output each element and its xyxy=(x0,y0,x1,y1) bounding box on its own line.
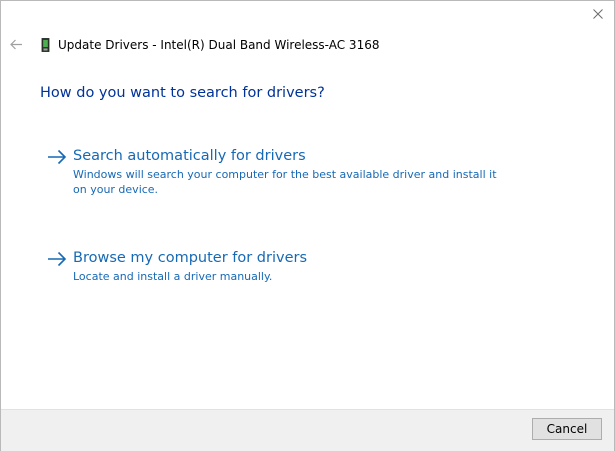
close-icon xyxy=(593,9,603,19)
option-description: Locate and install a driver manually. xyxy=(73,270,273,283)
cancel-button[interactable]: Cancel xyxy=(532,418,602,440)
option-description: Windows will search your computer for th… xyxy=(73,168,497,196)
footer-bar xyxy=(1,409,614,451)
browse-computer-option[interactable]: Browse my computer for drivers Locate an… xyxy=(46,248,503,284)
update-drivers-window: Update Drivers - Intel(R) Dual Band Wire… xyxy=(0,0,615,451)
right-arrow-icon xyxy=(48,251,67,267)
title-row: Update Drivers - Intel(R) Dual Band Wire… xyxy=(39,36,379,54)
right-arrow-icon xyxy=(48,149,67,165)
back-arrow-icon xyxy=(9,39,22,49)
page-heading: How do you want to search for drivers? xyxy=(40,85,325,101)
back-button[interactable] xyxy=(6,33,26,55)
close-button[interactable] xyxy=(583,3,613,25)
option-title: Search automatically for drivers xyxy=(73,148,306,164)
window-title: Update Drivers - Intel(R) Dual Band Wire… xyxy=(58,38,380,52)
option-title: Browse my computer for drivers xyxy=(73,250,308,266)
search-automatically-option[interactable]: Search automatically for drivers Windows… xyxy=(46,146,503,197)
network-adapter-icon xyxy=(39,37,51,53)
